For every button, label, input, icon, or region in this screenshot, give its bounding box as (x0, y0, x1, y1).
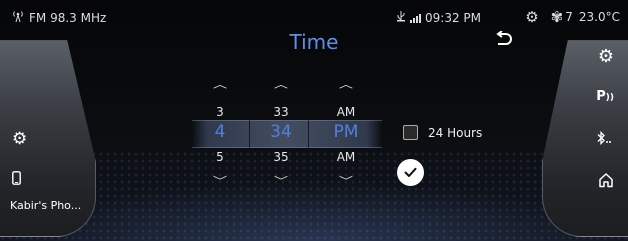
signal-icon (410, 13, 421, 23)
minute-prev[interactable]: 33 (251, 105, 311, 119)
ampm-prev[interactable]: AM (316, 105, 376, 119)
radio-station-text: FM 98.3 MHz (29, 11, 107, 25)
settings-icon[interactable]: ⚙ (525, 8, 538, 26)
24-hours-label[interactable]: 24 Hours (428, 126, 482, 140)
connected-phone-label[interactable]: Kabir's Pho... (10, 199, 81, 212)
ampm-next[interactable]: AM (316, 150, 376, 164)
clock-text: 09:32 PM (425, 11, 481, 25)
settings-icon[interactable]: ⚙ (12, 129, 27, 149)
ampm-picker[interactable]: ︿ AM PM AM ﹀ (316, 78, 376, 193)
status-bar: FM 98.3 MHz 09:32 PM ⚙ ✾ 7 23.0°C (0, 0, 628, 34)
right-side-panel (542, 40, 628, 237)
minute-next[interactable]: 35 (251, 150, 311, 164)
phone-icon[interactable] (12, 171, 21, 189)
minute-picker[interactable]: ︿ 33 34 35 ﹀ (251, 78, 311, 193)
minute-down-icon[interactable]: ﹀ (251, 176, 311, 186)
hour-down-icon[interactable]: ﹀ (190, 176, 250, 186)
back-icon[interactable] (493, 30, 513, 55)
hour-picker[interactable]: ︿ 3 4 5 ﹀ (190, 78, 250, 193)
24-hours-checkbox[interactable] (403, 125, 418, 140)
temperature-text: 23.0°C (578, 10, 620, 24)
infotainment-screen: FM 98.3 MHz 09:32 PM ⚙ ✾ 7 23.0°C ⚙ Kabi… (0, 0, 628, 241)
fan-speed-text: 7 (565, 10, 573, 24)
radio-status[interactable]: FM 98.3 MHz (12, 11, 106, 25)
confirm-button[interactable] (397, 159, 424, 186)
fan-icon: ✾ (550, 8, 564, 26)
hour-next[interactable]: 5 (190, 150, 250, 164)
hour-prev[interactable]: 3 (190, 105, 250, 119)
ampm-up-icon[interactable]: ︿ (316, 80, 376, 90)
ampm-down-icon[interactable]: ﹀ (316, 176, 376, 186)
minute-selected[interactable]: 34 (251, 122, 311, 142)
page-title: Time (289, 30, 339, 54)
bluetooth-icon[interactable] (596, 130, 614, 149)
climate-status[interactable]: ⚙ ✾ 7 23.0°C (525, 8, 620, 26)
home-icon[interactable] (598, 172, 614, 192)
hour-selected[interactable]: 4 (190, 122, 250, 142)
system-status: 09:32 PM (396, 11, 481, 25)
parking-sensor-icon[interactable]: P)) (596, 89, 614, 104)
minute-up-icon[interactable]: ︿ (251, 80, 311, 90)
ampm-selected[interactable]: PM (316, 122, 376, 142)
hour-up-icon[interactable]: ︿ (190, 80, 250, 90)
check-icon (404, 167, 417, 177)
usb-icon (396, 11, 406, 25)
antenna-icon (12, 11, 24, 25)
